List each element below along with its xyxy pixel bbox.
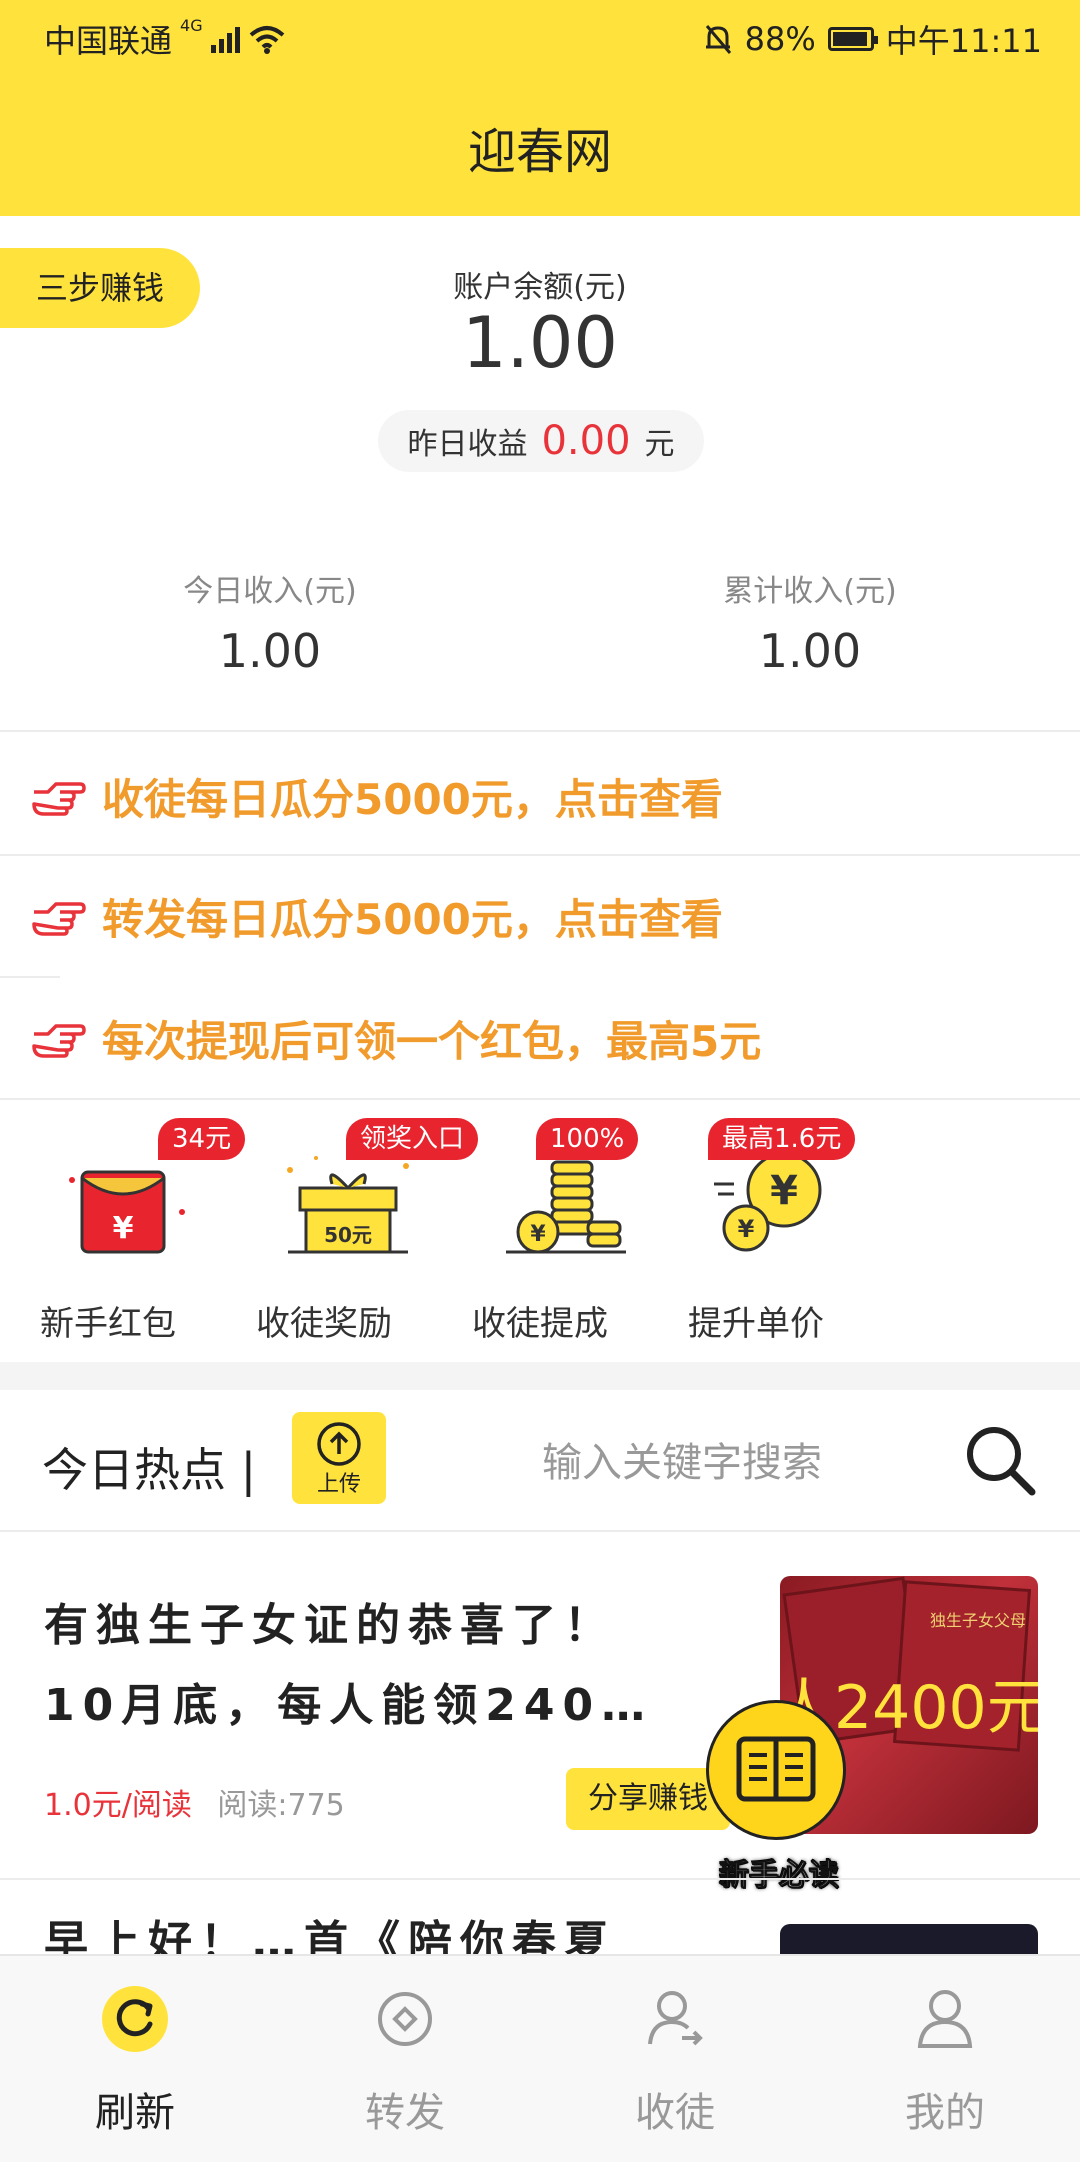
promo-recruit[interactable]: 收徒每日瓜分5000元，点击查看	[0, 736, 1080, 856]
yesterday-value: 0.00	[541, 418, 631, 464]
pointing-hand-icon	[32, 782, 86, 816]
pointing-hand-icon	[32, 902, 86, 936]
article-card[interactable]: 早上好！…首《陪你春夏	[0, 1880, 1080, 1960]
page-title: 迎春网	[467, 124, 612, 180]
balance-label: 账户余额(元)	[453, 270, 627, 305]
badge: 最高1.6元	[708, 1118, 856, 1160]
wifi-icon	[249, 26, 284, 54]
today-income-label: 今日收入(元)	[183, 574, 357, 609]
share-diamond-icon	[378, 1992, 432, 2046]
feature-label: 收徒提成	[472, 1304, 608, 1344]
divider	[0, 730, 1080, 732]
nav-label: 刷新	[95, 2090, 175, 2136]
article-price: 1.0元/阅读	[44, 1788, 192, 1823]
promo-text: 转发每日瓜分5000元，点击查看	[102, 894, 723, 944]
signal-icon	[210, 25, 240, 53]
clock: 中午11:11	[885, 22, 1042, 60]
balance-value: 1.00	[462, 302, 618, 384]
article-reads: 阅读:775	[217, 1788, 345, 1823]
today-income-value: 1.00	[218, 624, 322, 678]
svg-text:¥: ¥	[113, 1211, 134, 1246]
feature-label: 收徒奖励	[256, 1304, 392, 1344]
article-title: 早上好！…首《陪你春夏	[44, 1917, 616, 1960]
promo-forward[interactable]: 转发每日瓜分5000元，点击查看	[0, 856, 1080, 976]
nav-label: 收徒	[635, 2090, 715, 2136]
hot-topics-title: 今日热点 |	[42, 1443, 257, 1497]
svg-text:50元: 50元	[324, 1223, 372, 1247]
total-income-label: 累计收入(元)	[723, 574, 897, 609]
mute-bell-icon	[705, 25, 731, 54]
feature-label: 提升单价	[688, 1304, 824, 1344]
feature-label: 新手红包	[40, 1304, 176, 1344]
nav-forward[interactable]: 转发	[270, 1956, 540, 2162]
newbie-guide-button[interactable]: 新手必读	[706, 1700, 852, 1896]
search-icon[interactable]	[964, 1424, 1036, 1496]
svg-text:¥: ¥	[530, 1222, 546, 1247]
book-icon	[706, 1700, 846, 1840]
upload-label: 上传	[316, 1472, 361, 1497]
article-title: 有独生子女证的恭喜了！ 10月底，每人能领240…	[44, 1600, 654, 1731]
status-bar: 中国联通 4G 88% 中午11:11	[0, 0, 1080, 74]
total-income: 累计收入(元) 1.00	[610, 566, 1010, 678]
nav-label: 我的	[905, 2090, 985, 2136]
nav-recruit[interactable]: 收徒	[540, 1956, 810, 2162]
refresh-icon	[102, 1986, 168, 2052]
yesterday-label: 昨日收益	[407, 427, 528, 462]
hot-topics-bar: 今日热点 | 上传	[0, 1392, 1080, 1532]
carrier-label: 中国联通	[44, 22, 173, 60]
svg-text:¥: ¥	[770, 1168, 798, 1214]
badge: 34元	[158, 1118, 246, 1160]
badge: 领奖入口	[346, 1118, 479, 1160]
divider	[0, 1530, 1080, 1532]
user-icon	[917, 1990, 973, 2048]
promo-withdraw[interactable]: 每次提现后可领一个红包，最高5元	[0, 978, 1080, 1098]
total-income-value: 1.00	[758, 624, 862, 678]
feature-grid: ¥ 34元 新手红包 50元 领奖入口 收徒奖励 ¥ 100% 收徒提成 ¥ ¥…	[0, 1100, 1080, 1360]
article-card[interactable]: 有独生子女证的恭喜了！ 10月底，每人能领240… 1.0元/阅读 阅读:775…	[0, 1534, 1080, 1880]
add-follower-icon	[648, 1991, 703, 2046]
nav-profile[interactable]: 我的	[810, 1956, 1080, 2162]
yesterday-earnings: 昨日收益 0.00 元	[378, 410, 704, 472]
feature-newbie-redpacket[interactable]: ¥ 34元 新手红包	[40, 1100, 246, 1360]
battery-icon	[827, 27, 878, 51]
today-income: 今日收入(元) 1.00	[70, 566, 470, 678]
battery-percent: 88%	[744, 20, 816, 58]
network-type: 4G	[180, 16, 203, 35]
badge: 100%	[536, 1118, 639, 1160]
svg-text:独生子女父母: 独生子女父母	[930, 1611, 1026, 1630]
svg-text:¥: ¥	[738, 1215, 755, 1243]
promo-text: 每次提现后可领一个红包，最高5元	[102, 1016, 762, 1066]
feature-raise-price[interactable]: ¥ ¥ 最高1.6元 提升单价	[688, 1100, 888, 1360]
search-input[interactable]	[430, 1422, 934, 1504]
nav-refresh[interactable]: 刷新	[0, 1956, 270, 2162]
app-header: 中国联通 4G 88% 中午11:11 迎春网	[0, 0, 1080, 216]
bottom-nav: 刷新 转发 收徒 我的	[0, 1954, 1080, 2162]
pointing-hand-icon	[32, 1024, 86, 1058]
upload-button[interactable]: 上传	[292, 1412, 386, 1504]
article-meta: 1.0元/阅读 阅读:775	[44, 1780, 345, 1824]
feature-recruit-commission[interactable]: ¥ 100% 收徒提成	[472, 1100, 672, 1360]
feature-recruit-reward[interactable]: 50元 领奖入口 收徒奖励	[256, 1100, 479, 1360]
promo-text: 收徒每日瓜分5000元，点击查看	[102, 774, 723, 824]
section-spacer	[0, 1362, 1080, 1390]
nav-label: 转发	[365, 2090, 445, 2136]
yesterday-unit: 元	[644, 427, 675, 462]
